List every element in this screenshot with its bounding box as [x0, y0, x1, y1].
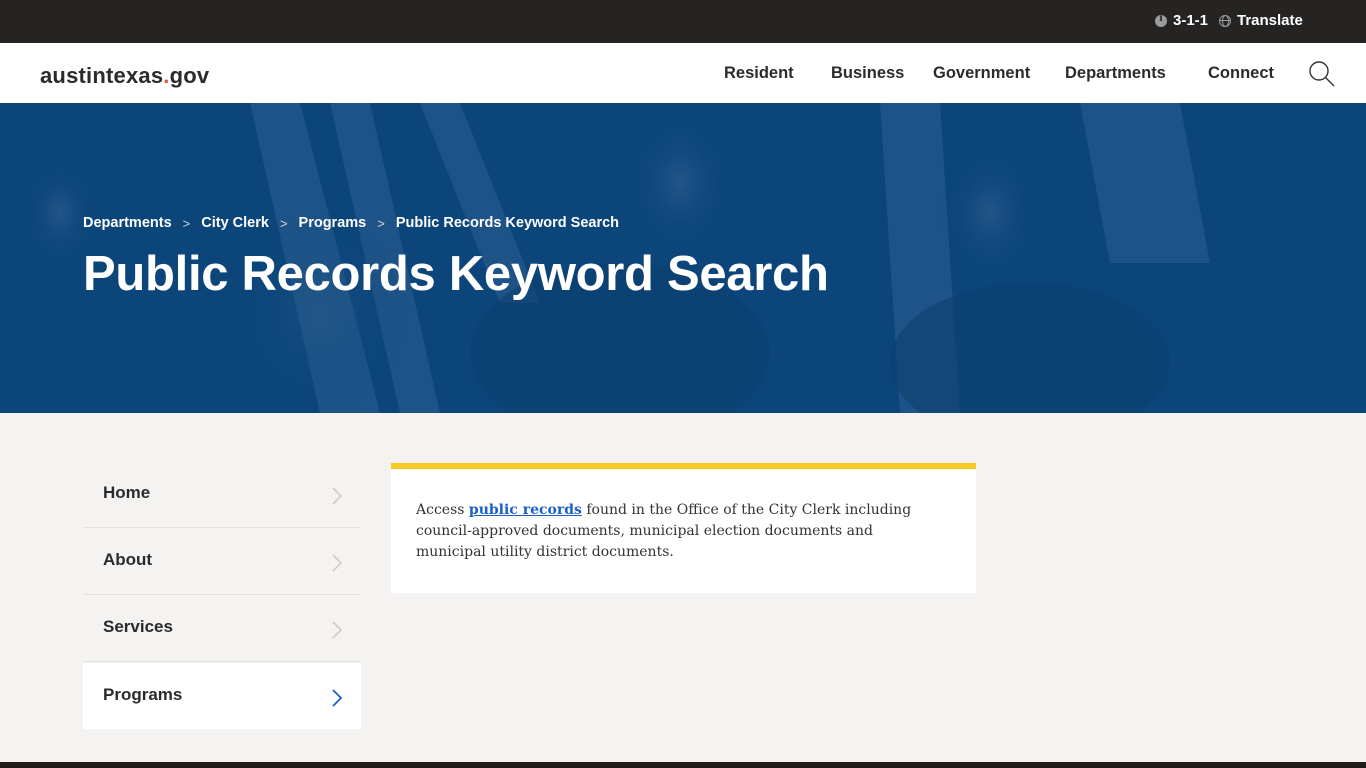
nav-item-connect[interactable]: Connect — [1208, 64, 1274, 83]
nav-item-business[interactable]: Business — [831, 64, 904, 83]
breadcrumb-separator: > — [377, 215, 385, 231]
breadcrumb-programs[interactable]: Programs — [299, 215, 367, 231]
nav-item-departments[interactable]: Departments — [1065, 64, 1166, 83]
side-nav-item-services[interactable]: Services — [83, 595, 361, 662]
search-button[interactable] — [1308, 60, 1336, 88]
nav-item-government[interactable]: Government — [933, 64, 1030, 83]
footer-edge — [0, 762, 1366, 768]
breadcrumb-separator: > — [279, 215, 288, 231]
side-nav-label: Services — [103, 617, 173, 636]
side-nav: Home About Services Programs — [83, 461, 361, 729]
side-nav-item-about[interactable]: About — [83, 528, 361, 595]
side-nav-item-home[interactable]: Home — [83, 461, 361, 528]
chevron-right-icon — [332, 689, 343, 707]
translate-label: Translate — [1237, 12, 1303, 29]
logo-tld: gov — [169, 63, 210, 88]
breadcrumb-separator: > — [182, 215, 191, 231]
utility-bar: 3-1-1 Translate — [0, 0, 1366, 43]
translate-button[interactable]: Translate — [1219, 12, 1303, 29]
311-label: 3-1-1 — [1173, 12, 1209, 29]
311-link[interactable]: 3-1-1 — [1155, 12, 1208, 29]
search-icon — [1309, 61, 1335, 87]
intro-text: Access public records found in the Offic… — [416, 500, 941, 563]
intro-text-start: Access — [416, 502, 469, 518]
breadcrumb: Departments > City Clerk > Programs > Pu… — [83, 215, 619, 231]
chevron-right-icon — [332, 487, 343, 505]
breadcrumb-departments[interactable]: Departments — [83, 215, 172, 231]
site-logo[interactable]: austintexas.gov — [40, 63, 209, 89]
chevron-right-icon — [332, 554, 343, 572]
hero-banner: Departments > City Clerk > Programs > Pu… — [0, 103, 1366, 413]
side-nav-label: Home — [103, 483, 151, 502]
info-icon — [1155, 14, 1167, 27]
site-header: austintexas.gov Resident Business Govern… — [0, 43, 1366, 103]
chevron-right-icon — [332, 621, 343, 639]
globe-icon — [1219, 14, 1231, 27]
logo-main: austintexas — [40, 63, 164, 88]
breadcrumb-current: Public Records Keyword Search — [395, 215, 620, 231]
breadcrumb-city-clerk[interactable]: City Clerk — [201, 215, 269, 231]
page-title: Public Records Keyword Search — [83, 247, 829, 301]
public-records-link[interactable]: public records — [469, 502, 582, 518]
nav-item-resident[interactable]: Resident — [724, 64, 794, 83]
side-nav-label: About — [103, 550, 153, 569]
side-nav-item-programs[interactable]: Programs — [83, 663, 361, 729]
intro-card: Access public records found in the Offic… — [391, 463, 976, 593]
side-nav-label: Programs — [103, 685, 183, 704]
